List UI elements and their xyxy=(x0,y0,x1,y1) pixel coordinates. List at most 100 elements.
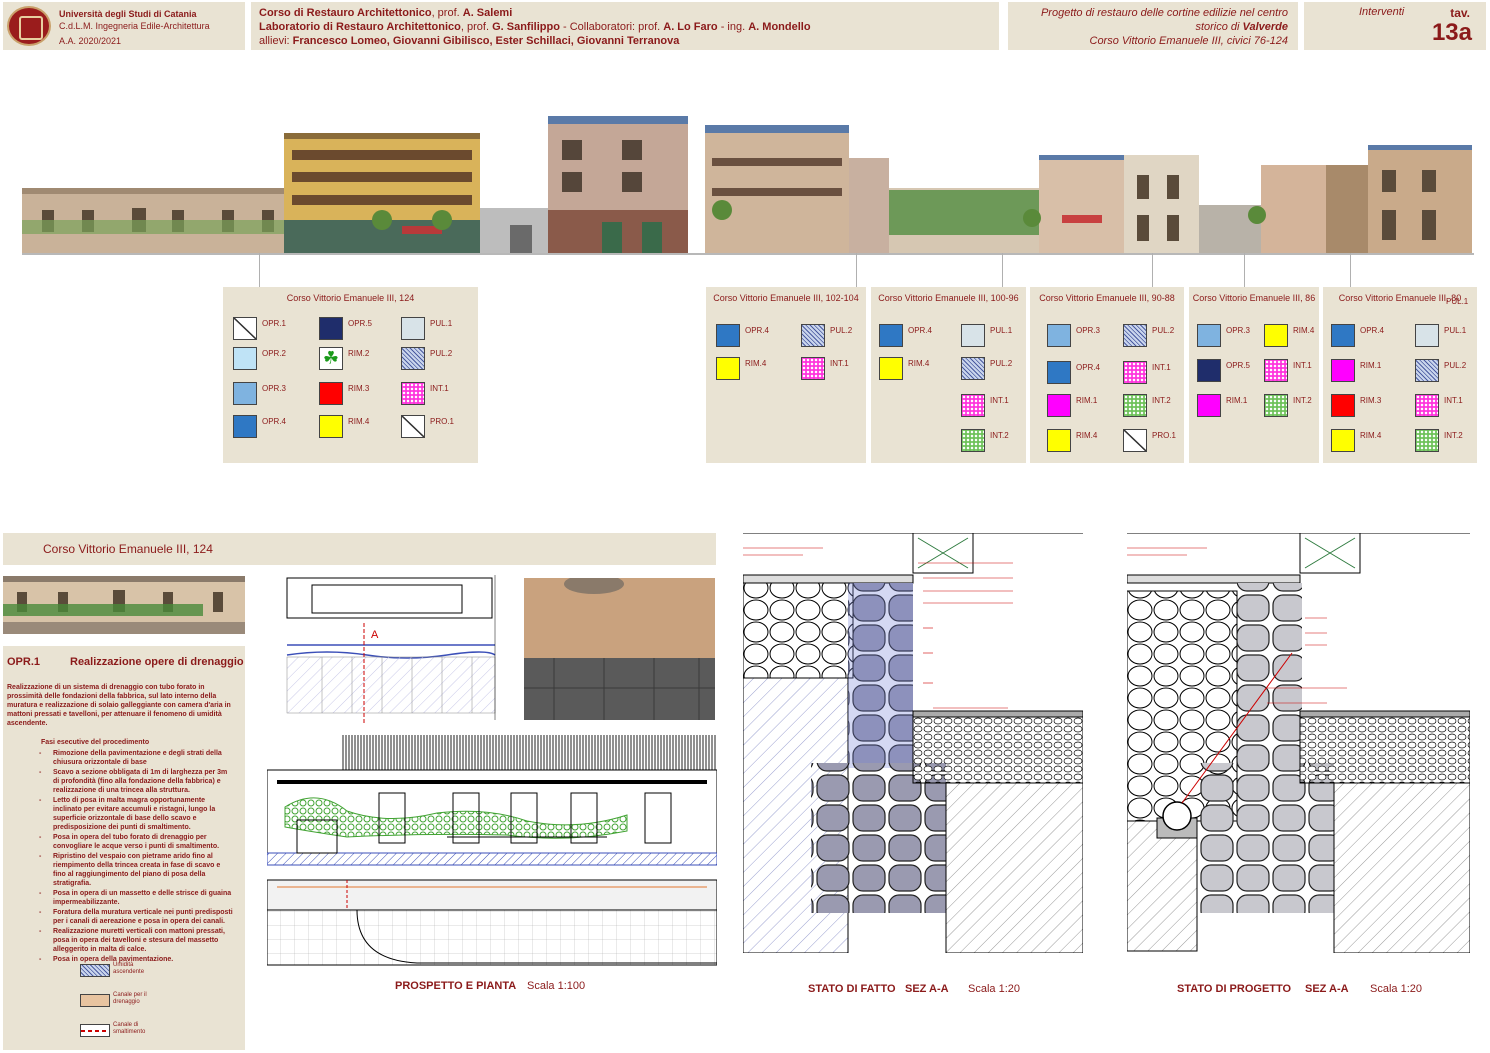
legend-code: OPR.4 xyxy=(262,417,287,426)
legend-swatch xyxy=(801,324,825,347)
legend-panel: Corso Vittorio Emanuele III, 90-88 OPR.3 O… xyxy=(1030,287,1184,463)
legend-swatch xyxy=(1264,359,1288,382)
legend-swatch xyxy=(233,317,257,340)
legend-code: PUL.2 xyxy=(1152,326,1175,335)
legend-code: PUL.2 xyxy=(1444,361,1467,370)
legend-code: INT.1 xyxy=(1293,361,1312,370)
legend-swatch xyxy=(401,382,425,405)
legend-code: PRO.1 xyxy=(1152,431,1177,440)
detail-title-panel: Corso Vittorio Emanuele III, 124 xyxy=(3,533,716,565)
step-item: - Letto di posa in malta magra opportunam… xyxy=(39,797,216,831)
legend-code: RIM.1 xyxy=(1226,396,1248,405)
legend-swatch xyxy=(1047,394,1071,417)
legend-swatch xyxy=(961,357,985,380)
step-item: - Realizzazione muretti verticali con mat… xyxy=(39,928,225,953)
step-item: - Posa in opera del tubo forato di drenag… xyxy=(39,834,220,850)
legend-code: OPR.4 xyxy=(908,326,933,335)
legend-panel: Corso Vittorio Emanuele III, 80 OPR.4 RIM.… xyxy=(1323,287,1477,463)
legend-panel: Corso Vittorio Emanuele III, 124 OPR.1 OPR… xyxy=(223,287,478,463)
key-label: Canale di smaltimento xyxy=(113,1022,146,1035)
legend-code: INT.1 xyxy=(1152,363,1171,372)
legend-code: RIM.3 xyxy=(348,384,370,393)
legend-code: INT.1 xyxy=(830,359,849,368)
legend-swatch xyxy=(319,415,343,438)
caption-progetto-sez: SEZ A-A xyxy=(1305,983,1349,995)
legend-swatch xyxy=(1264,324,1288,347)
connector-line xyxy=(856,253,857,287)
legend-swatch xyxy=(1415,359,1439,382)
legend-swatch xyxy=(319,382,343,405)
legend-swatch xyxy=(716,357,740,380)
legend-code: INT.1 xyxy=(1444,396,1463,405)
legend-swatch xyxy=(401,415,425,438)
caption-fatto-scale: Scala 1:20 xyxy=(968,983,1020,995)
legend-code: OPR.3 xyxy=(262,384,287,393)
header-sheet-panel: Interventi tav. 13a xyxy=(1304,2,1486,50)
legend-swatch xyxy=(961,324,985,347)
legend-code: OPR.4 xyxy=(1360,326,1385,335)
legend-code: PUL.1 xyxy=(430,319,453,328)
header-course-panel: Corso di Restauro Architettonico, prof. … xyxy=(251,2,999,50)
legend-swatch xyxy=(1415,394,1439,417)
legend-swatch xyxy=(1331,324,1355,347)
ground-line xyxy=(22,253,1474,255)
legend-swatch xyxy=(801,357,825,380)
university-name: Università degli Studi di Catania xyxy=(59,9,197,19)
legend-swatch xyxy=(1123,324,1147,347)
detail-title: Corso Vittorio Emanuele III, 124 xyxy=(43,542,213,556)
legend-swatch xyxy=(319,317,343,340)
legend-swatch xyxy=(1331,394,1355,417)
legend-code: RIM.1 xyxy=(1076,396,1098,405)
legend-code-overlap: PUL.1 xyxy=(1446,297,1469,306)
legend-code: PUL.1 xyxy=(1444,326,1467,335)
legend-swatch xyxy=(233,382,257,405)
legend-code: OPR.3 xyxy=(1226,326,1251,335)
legend-code: PUL.2 xyxy=(430,349,453,358)
street-elevation-photomontage xyxy=(22,110,1474,255)
detail-facade-photo xyxy=(3,576,245,634)
legend-swatch xyxy=(1123,429,1147,452)
step-item: - Ripristino del vespaio con pietrame ari… xyxy=(39,853,221,887)
legend-swatch xyxy=(879,357,903,380)
legend-code: INT.2 xyxy=(1293,396,1312,405)
legend-code: OPR.3 xyxy=(1076,326,1101,335)
legend-title: Corso Vittorio Emanuele III, 100-96 xyxy=(878,293,1019,303)
step-item: - Posa in opera di un massetto e delle st… xyxy=(39,890,232,906)
legend-swatch xyxy=(716,324,740,347)
legend-panel: Corso Vittorio Emanuele III, 102-104 OPR.… xyxy=(706,287,866,463)
section-mark: A xyxy=(371,629,379,641)
legend-title: Corso Vittorio Emanuele III, 86 xyxy=(1192,293,1316,303)
course-line-1: Corso di Restauro Architettonico, prof. … xyxy=(259,7,513,19)
legend-code: RIM.4 xyxy=(348,417,370,426)
wall-base-photo xyxy=(524,574,715,720)
legend-swatch xyxy=(1197,359,1221,382)
legend-title: Corso Vittorio Emanuele III, 124 xyxy=(286,293,415,303)
legend-swatch: ☘ xyxy=(319,347,343,370)
legend-swatch xyxy=(1047,324,1071,347)
section-title: Interventi xyxy=(1359,6,1405,18)
legend-code: INT.1 xyxy=(990,396,1009,405)
course-name: C.d.L.M. Ingegneria Edile-Architettura xyxy=(59,21,210,31)
step-item: - Scavo a sezione obbligata di 1m di larg… xyxy=(39,769,228,794)
steps-title: Fasi esecutive del procedimento xyxy=(41,739,150,746)
legend-code: RIM.4 xyxy=(908,359,930,368)
legend-swatch xyxy=(1264,394,1288,417)
legend-code: INT.1 xyxy=(430,384,449,393)
facade-strip-illustration xyxy=(22,116,1472,253)
opr1-description-panel: OPR.1 Realizzazione opere di drenaggio R… xyxy=(3,646,245,1050)
legend-code: OPR.4 xyxy=(745,326,770,335)
step-item: - Rimozione della pavimentazione e degli … xyxy=(39,750,222,766)
caption-fatto-sez: SEZ A-A xyxy=(905,983,949,995)
section-stato-di-progetto xyxy=(1126,532,1471,954)
legend-swatch xyxy=(401,347,425,370)
caption-progetto: STATO DI PROGETTO xyxy=(1177,983,1292,995)
legend-code: PUL.2 xyxy=(830,326,853,335)
legend-code: INT.2 xyxy=(1152,396,1171,405)
legend-code: OPR.4 xyxy=(1076,363,1101,372)
legend-code: RIM.2 xyxy=(348,349,370,358)
legend-swatch xyxy=(1123,394,1147,417)
legend-code: RIM.4 xyxy=(1360,431,1382,440)
legend-code: OPR.5 xyxy=(1226,361,1251,370)
legend-code: RIM.4 xyxy=(1076,431,1098,440)
step-item: - Foratura della muratura verticale nei p… xyxy=(39,909,233,925)
